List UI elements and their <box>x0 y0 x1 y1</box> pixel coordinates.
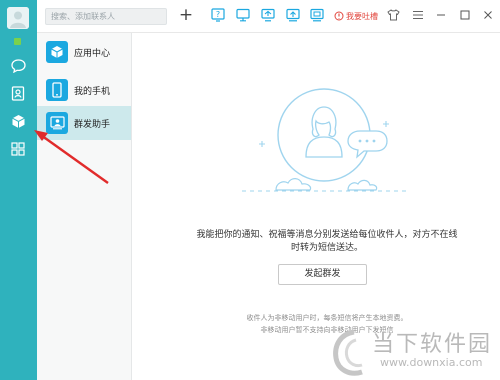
avatar-person-icon <box>7 7 29 29</box>
tools-sidebar: 应用中心 我的手机 群发助手 <box>37 33 132 380</box>
upload-icon[interactable] <box>286 8 300 22</box>
app-cube-icon[interactable] <box>10 113 26 129</box>
feedback-link[interactable]: 我要吐槽 <box>334 10 378 22</box>
cube-icon <box>46 41 68 63</box>
close-icon[interactable] <box>481 8 495 22</box>
group-send-icon <box>46 112 68 134</box>
nav-label: 我的手机 <box>74 86 111 97</box>
add-contact-button[interactable]: + <box>177 5 195 25</box>
phone-icon <box>46 79 68 101</box>
nav-item-app-center[interactable]: 应用中心 <box>37 35 131 69</box>
help-icon[interactable]: ? <box>211 8 225 22</box>
left-rail <box>0 0 37 380</box>
feedback-label: 我要吐槽 <box>346 11 378 21</box>
minimize-icon[interactable] <box>434 8 448 22</box>
cast-icon[interactable] <box>261 8 275 22</box>
search-input[interactable]: 搜索、添加联系人 <box>45 8 167 25</box>
chat-icon[interactable] <box>10 58 26 74</box>
grid-icon[interactable] <box>10 141 26 157</box>
watermark-url: www.downxia.com <box>380 356 483 369</box>
online-status-indicator <box>14 38 21 45</box>
description-line: 时转为短信送达。 <box>290 243 363 253</box>
menu-icon[interactable] <box>411 8 425 22</box>
shirt-icon[interactable] <box>386 8 400 22</box>
top-toolbar: 搜索、添加联系人 + ? 我要吐槽 <box>37 0 500 33</box>
feedback-icon <box>334 11 344 21</box>
watermark-text: 当下软件园 <box>372 332 493 357</box>
group-send-description: 我能把你的通知、祝福等消息分别发送给每位收件人，对方不在线 时转为短信送达。 <box>193 229 461 255</box>
nav-item-my-phone[interactable]: 我的手机 <box>37 73 131 107</box>
svg-text:?: ? <box>216 10 220 19</box>
nav-label: 群发助手 <box>74 119 111 130</box>
nav-label: 应用中心 <box>74 48 111 59</box>
screen-icon[interactable] <box>310 8 324 22</box>
maximize-icon[interactable] <box>458 8 472 22</box>
monitor-icon[interactable] <box>236 8 250 22</box>
contacts-icon[interactable] <box>10 85 26 101</box>
description-line: 我能把你的通知、祝福等消息分别发送给每位收件人，对方不在线 <box>196 230 458 240</box>
avatar[interactable] <box>7 7 29 29</box>
start-group-send-button[interactable]: 发起群发 <box>278 264 367 285</box>
nav-item-group-send[interactable]: 群发助手 <box>37 106 131 140</box>
group-send-illustration <box>242 88 406 192</box>
